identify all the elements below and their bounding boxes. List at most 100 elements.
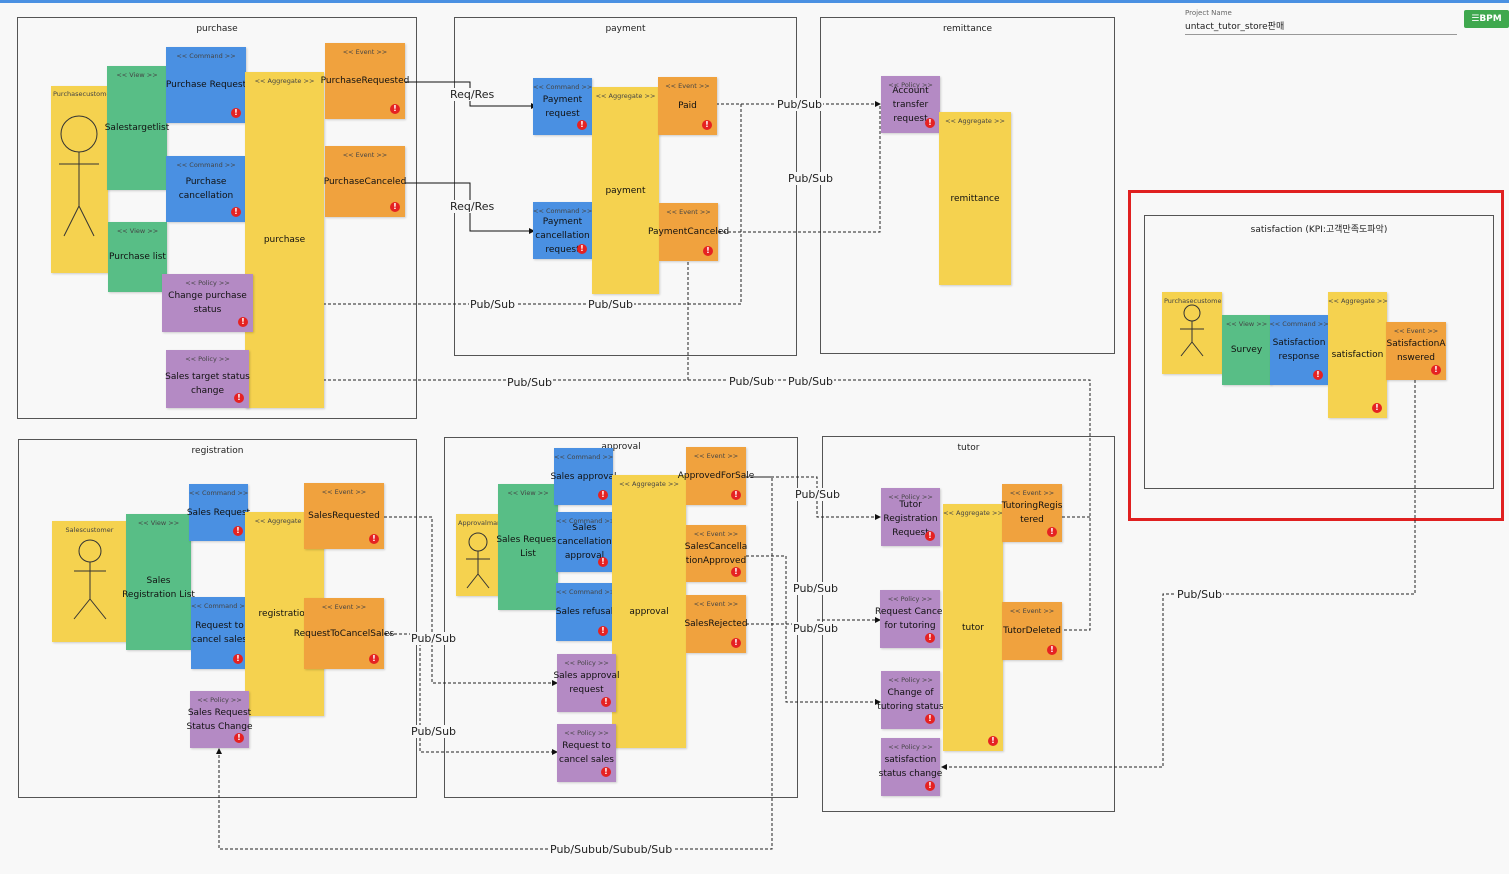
warning-icon[interactable]: !: [988, 736, 998, 746]
actor-salescustomer[interactable]: Salescustomer: [52, 521, 127, 642]
command-sales-approval[interactable]: << Command >> Sales approval!: [550, 448, 617, 505]
warning-icon[interactable]: !: [601, 697, 611, 707]
warning-icon[interactable]: !: [390, 202, 400, 212]
policy-request-to-cancel-sales[interactable]: << Policy >> Request to cancel sales!: [557, 724, 616, 782]
sticky-name: satisfaction status change: [878, 755, 943, 779]
sticky-name: Request to cancel sales: [559, 741, 614, 765]
person-icon: [73, 539, 107, 620]
edge-label: Req/Res: [449, 200, 496, 213]
warning-icon[interactable]: !: [925, 781, 935, 791]
warning-icon[interactable]: !: [601, 767, 611, 777]
person-icon: [1180, 304, 1204, 357]
warning-icon[interactable]: !: [925, 633, 935, 643]
edge-label: Pub/Sub: [787, 172, 835, 185]
command-sales-refusal[interactable]: << Command >> Sales refusal!: [556, 583, 615, 641]
edge-label: Pub/Sub: [587, 298, 635, 311]
sticky-name: Change of tutoring status: [877, 688, 944, 712]
policy-sales-target-status-change[interactable]: << Policy >> Sales target status change!: [165, 350, 250, 408]
warning-icon[interactable]: !: [925, 714, 935, 724]
warning-icon[interactable]: !: [703, 246, 713, 256]
event-payment-canceled[interactable]: << Event >> PaymentCanceled!: [648, 203, 729, 261]
sticky-name: Sales Request Status Change: [186, 707, 253, 732]
warning-icon[interactable]: !: [369, 654, 379, 664]
event-request-to-cancel-sales[interactable]: << Event >> RequestToCancelSales!: [294, 598, 394, 669]
sticky-label: Purchasecustomer: [53, 90, 114, 98]
sticky-label: Salescustomer: [65, 526, 114, 534]
sticky-name: Tutor Registration Request: [883, 500, 938, 538]
warning-icon[interactable]: !: [234, 393, 244, 403]
event-approved-for-sale[interactable]: << Event >> ApprovedForSale!: [678, 447, 754, 505]
sticky-name: SalesRejected: [684, 619, 748, 629]
sticky-name: Paid: [678, 101, 697, 111]
warning-icon[interactable]: !: [731, 638, 741, 648]
event-sales-rejected[interactable]: << Event >> SalesRejected!: [684, 595, 748, 653]
command-purchase-cancellation[interactable]: << Command >> Purchase cancellation!: [166, 156, 246, 222]
edge-label: Pub/Sub: [787, 375, 835, 388]
sticky-name: purchase: [263, 235, 306, 245]
event-tutor-deleted[interactable]: << Event >> TutorDeleted!: [1002, 602, 1062, 660]
event-purchase-canceled[interactable]: << Event >> PurchaseCanceled!: [324, 146, 406, 217]
command-payment-request[interactable]: << Command >> Payment request!: [533, 78, 592, 135]
sticky-name: PaymentCanceled: [647, 227, 730, 237]
edge-label: Pub/Subub/Subub/Sub: [549, 843, 674, 856]
warning-icon[interactable]: !: [234, 733, 244, 743]
warning-icon[interactable]: !: [731, 567, 741, 577]
event-satisfaction-answered[interactable]: << Event >> SatisfactionAnswered!: [1386, 322, 1446, 380]
aggregate-satisfaction[interactable]: << Aggregate >> satisfaction!: [1328, 292, 1388, 418]
event-purchase-requested[interactable]: << Event >> PurchaseRequested!: [321, 43, 409, 119]
sticky-name: Sales approval request: [553, 671, 620, 695]
policy-sales-request-status-change[interactable]: << Policy >> Sales Request Status Change!: [187, 691, 253, 748]
policy-satisfaction-status-change[interactable]: << Policy >> satisfaction status change!: [879, 738, 942, 796]
person-icon: [59, 115, 99, 237]
aggregate-payment[interactable]: << Aggregate >> payment: [592, 87, 659, 294]
edge-label: Pub/Sub: [792, 622, 840, 635]
event-tutoring-registered[interactable]: << Event >> TutoringRegistered!: [1002, 484, 1062, 542]
sticky-name: ApprovedForSale: [677, 471, 755, 481]
policy-tutor-registration-request[interactable]: << Policy >> Tutor Registration Request!: [881, 488, 940, 546]
command-sales-cancellation-approval[interactable]: << Command >> Sales cancellation approval…: [556, 512, 615, 572]
edge-label: Pub/Sub: [792, 582, 840, 595]
edge-label: Pub/Sub: [469, 298, 517, 311]
warning-icon[interactable]: !: [731, 490, 741, 500]
policy-request-cancel-tutoring[interactable]: << Policy >> Request Cancel for tutoring!: [875, 590, 945, 648]
sticky-name: remittance: [950, 193, 1000, 204]
sticky-name: Request Cancel for tutoring: [875, 607, 945, 631]
command-payment-cancellation-request[interactable]: << Command >> Payment cancellation reques…: [533, 202, 592, 259]
actor-purchasecustomer[interactable]: Purchasecustomer: [51, 86, 114, 273]
actor-satisfaction-purchasecustomer[interactable]: Purchasecustomer: [1162, 292, 1222, 374]
warning-icon[interactable]: !: [369, 534, 379, 544]
warning-icon[interactable]: !: [1431, 365, 1441, 375]
edge-label: Pub/Sub: [794, 488, 842, 501]
aggregate-purchase[interactable]: << Aggregate >> purchase: [245, 72, 324, 408]
edge-label: Pub/Sub: [410, 725, 458, 738]
event-sales-requested[interactable]: << Event >> SalesRequested!: [304, 483, 384, 549]
aggregate-approval[interactable]: << Aggregate >> approval: [612, 475, 686, 748]
edge-label: Pub/Sub: [776, 98, 824, 111]
warning-icon[interactable]: !: [390, 104, 400, 114]
view-salestargetlist[interactable]: << View >> Salestargetlist: [105, 66, 169, 190]
edge-label: Req/Res: [449, 88, 496, 101]
edge-label: Pub/Sub: [728, 375, 776, 388]
warning-icon[interactable]: !: [1047, 527, 1057, 537]
aggregate-remittance[interactable]: << Aggregate >> remittance: [939, 112, 1011, 285]
edge-label: Pub/Sub: [410, 632, 458, 645]
event-paid[interactable]: << Event >> Paid!: [658, 77, 717, 135]
warning-icon[interactable]: !: [238, 317, 248, 327]
command-purchase-request[interactable]: << Command >> Purchase Request!: [166, 47, 246, 123]
warning-icon[interactable]: !: [1047, 645, 1057, 655]
policy-change-tutoring-status[interactable]: << Policy >> Change of tutoring status!: [877, 671, 944, 729]
event-sales-cancellation-approved[interactable]: << Event >> SalesCancellationApproved!: [685, 525, 747, 582]
command-satisfaction-response[interactable]: << Command >> Satisfaction response!: [1269, 315, 1329, 385]
view-sales-registration-list[interactable]: << View >> Sales Registration List: [122, 514, 195, 650]
policy-account-transfer-request[interactable]: << Policy >> Account transfer request!: [881, 76, 940, 133]
policy-change-purchase-status[interactable]: << Policy >> Change purchase status!: [162, 274, 253, 332]
policy-sales-approval-request[interactable]: << Policy >> Sales approval request!: [553, 654, 620, 712]
warning-icon[interactable]: !: [702, 120, 712, 130]
aggregate-tutor[interactable]: << Aggregate >> tutor!: [943, 504, 1003, 751]
warning-icon[interactable]: !: [1372, 403, 1382, 413]
sticky-name: satisfaction: [1331, 350, 1384, 360]
sticky-name: TutorDeleted: [1003, 626, 1061, 636]
person-icon: [466, 532, 490, 589]
edge-label: Pub/Sub: [506, 376, 554, 389]
warning-icon[interactable]: !: [925, 531, 935, 541]
